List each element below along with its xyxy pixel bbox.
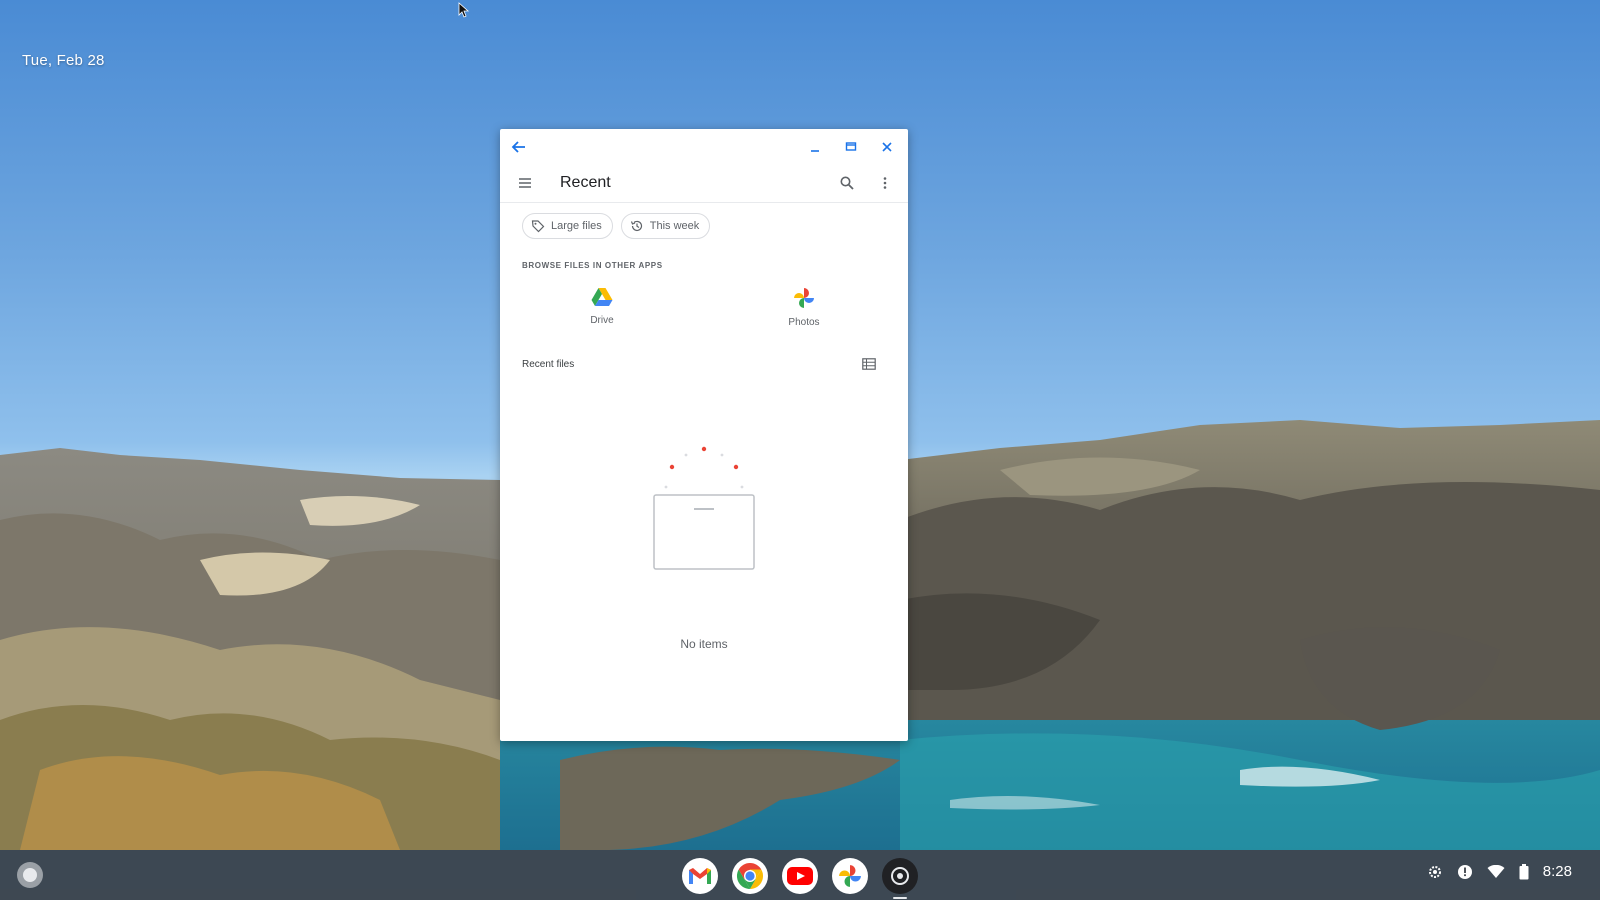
google-photos-icon <box>839 865 861 887</box>
shelf: 8:28 <box>0 850 1600 900</box>
recent-files-header: Recent files <box>522 359 575 370</box>
app-shortcut-label: Photos <box>788 317 820 328</box>
files-toolbar: Recent <box>500 163 908 203</box>
google-drive-icon <box>591 288 613 306</box>
shelf-app-photos[interactable] <box>832 858 868 894</box>
shelf-clock: 8:28 <box>1542 863 1572 880</box>
navigation-menu-button[interactable] <box>514 172 536 194</box>
hamburger-menu-icon <box>519 178 531 188</box>
tag-icon <box>531 220 545 233</box>
other-apps-caption: BROWSE FILES IN OTHER APPS <box>522 261 663 270</box>
chip-label: This week <box>649 220 700 232</box>
more-options-button[interactable] <box>874 172 896 194</box>
shelf-app-chrome[interactable] <box>732 858 768 894</box>
maximize-button[interactable] <box>840 136 862 158</box>
more-vert-icon <box>883 177 887 189</box>
app-shortcut-photos[interactable]: Photos <box>764 287 844 339</box>
gmail-icon <box>689 868 711 884</box>
wifi-icon <box>1487 864 1505 878</box>
shelf-app-youtube[interactable] <box>782 858 818 894</box>
active-app-indicator <box>893 897 907 899</box>
close-button[interactable] <box>876 136 898 158</box>
files-app-window: Recent Large files This week BROWSE FILE… <box>500 129 908 741</box>
minimize-icon <box>811 150 819 152</box>
google-photos-icon <box>794 288 814 308</box>
search-icon <box>840 176 854 190</box>
desktop-date-label: Tue, Feb 28 <box>22 52 105 69</box>
app-shortcut-label: Drive <box>590 315 614 326</box>
window-titlebar <box>500 129 908 163</box>
battery-icon <box>1519 863 1529 879</box>
shelf-app-gmail[interactable] <box>682 858 718 894</box>
view-toggle-button[interactable] <box>860 355 878 373</box>
mouse-cursor-icon <box>458 2 470 18</box>
launcher-button[interactable] <box>17 862 43 888</box>
arrow-left-icon <box>511 141 525 153</box>
chip-label: Large files <box>551 220 602 232</box>
empty-folder-illustration <box>653 446 755 570</box>
chrome-icon <box>736 862 764 890</box>
list-view-icon <box>862 358 876 370</box>
youtube-icon <box>787 867 813 885</box>
status-tray[interactable]: 8:28 <box>1427 863 1572 880</box>
settings-icon <box>1428 865 1441 878</box>
empty-state-text: No items <box>680 637 728 651</box>
search-button[interactable] <box>836 172 858 194</box>
chip-this-week[interactable]: This week <box>620 213 711 239</box>
files-app-icon <box>891 867 909 885</box>
close-icon <box>882 142 892 152</box>
history-icon <box>630 220 642 232</box>
minimize-button[interactable] <box>804 136 826 158</box>
maximize-icon <box>845 142 857 151</box>
launcher-icon <box>23 868 37 882</box>
app-shortcut-drive[interactable]: Drive <box>562 287 642 339</box>
filter-chips: Large files This week <box>522 213 711 239</box>
chip-large-files[interactable]: Large files <box>522 213 613 239</box>
notification-icon <box>1457 864 1472 879</box>
window-title: Recent <box>560 174 611 191</box>
pinned-apps <box>682 858 918 899</box>
back-button[interactable] <box>508 136 530 158</box>
shelf-app-files[interactable] <box>882 858 918 899</box>
